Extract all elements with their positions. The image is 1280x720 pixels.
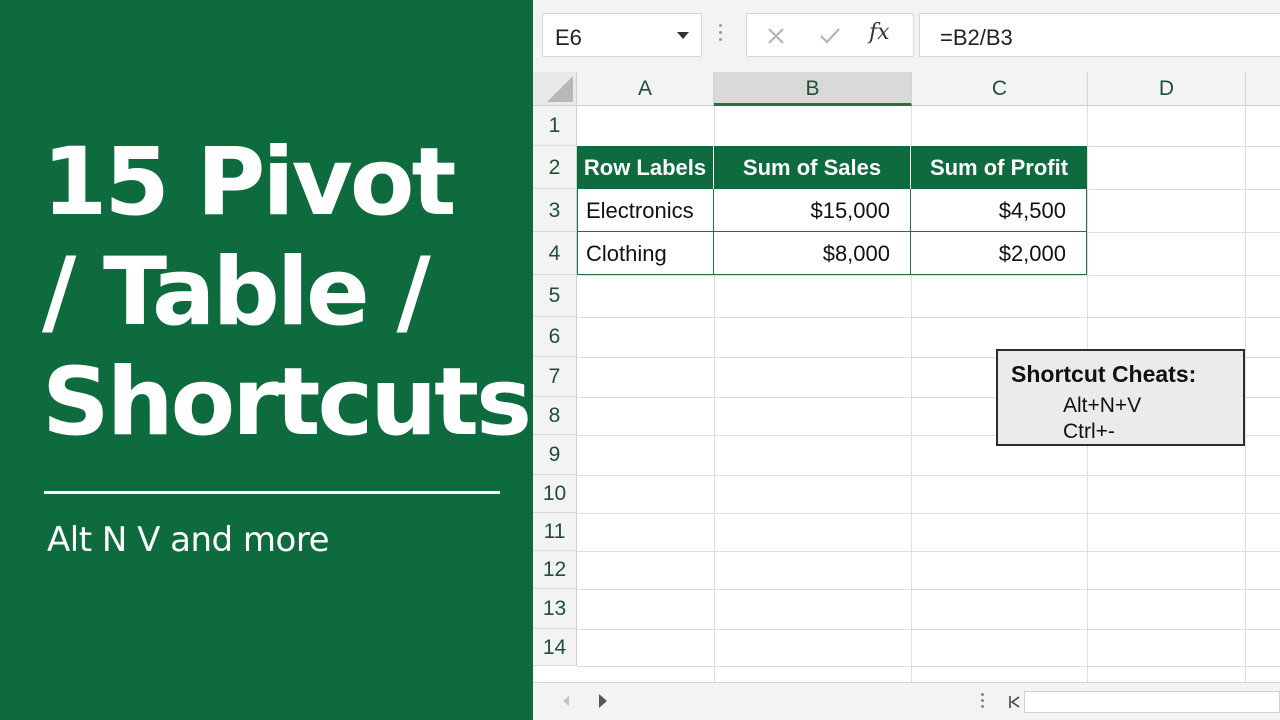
pivot-profit-cell[interactable]: $2,000 [911,232,1087,275]
gridline [577,275,1280,276]
promo-title-line: Shortcuts [42,348,532,457]
drag-handle-icon[interactable] [719,24,723,46]
row-header[interactable]: 11 [533,513,577,551]
gridline [577,551,1280,552]
x-icon[interactable] [761,21,791,51]
gridline [1245,106,1246,682]
promo-title-line: 15 Pivot [42,128,456,237]
row-header[interactable]: 6 [533,317,577,357]
gridline [577,666,1280,667]
chevron-down-icon[interactable] [677,32,689,39]
pivot-header-cell[interactable]: Row Labels [577,146,714,189]
select-all-button[interactable] [533,72,577,106]
promo-title-line: / Table / [42,238,431,347]
pivot-row-label[interactable]: Electronics [577,189,714,232]
gridline [577,513,1280,514]
row-header[interactable]: 10 [533,475,577,513]
promo-divider [44,491,500,494]
shortcut-cheats-box[interactable]: Shortcut Cheats: Alt+N+V Ctrl+- [996,349,1245,446]
row-header[interactable]: 8 [533,397,577,435]
name-box[interactable]: E6 [542,13,702,57]
promo-title: 15 Pivot / Table / Shortcuts [42,128,532,458]
select-all-icon [547,76,573,102]
formula-value: =B2/B3 [940,25,1013,50]
sheet-tab-bar [533,682,1280,720]
column-header-d[interactable]: D [1088,72,1246,106]
pivot-profit-cell[interactable]: $4,500 [911,189,1087,232]
column-header-a[interactable]: A [577,72,714,106]
row-header[interactable]: 3 [533,189,577,232]
pivot-sales-cell[interactable]: $15,000 [714,189,911,232]
name-box-value: E6 [555,25,582,50]
shortcut-line: Alt+N+V [1063,394,1142,417]
gridline [577,629,1280,630]
pivot-header-cell[interactable]: Sum of Sales [714,146,911,189]
promo-panel: 15 Pivot / Table / Shortcuts Alt N V and… [0,0,533,720]
pivot-header-cell[interactable]: Sum of Profit [911,146,1087,189]
row-header[interactable]: 7 [533,357,577,397]
chevron-right-icon[interactable] [599,694,607,708]
gridline [577,589,1280,590]
row-header[interactable]: 9 [533,435,577,475]
drag-handle-icon[interactable] [981,693,985,713]
row-header[interactable]: 12 [533,551,577,589]
row-header[interactable]: 5 [533,275,577,317]
row-header[interactable]: 13 [533,589,577,629]
row-header[interactable]: 1 [533,106,577,146]
shortcut-line: Ctrl+- [1063,420,1115,443]
pivot-row-label[interactable]: Clothing [577,232,714,275]
insert-function-button[interactable]: fx [869,20,899,50]
row-header[interactable]: 2 [533,146,577,189]
chevron-left-icon[interactable] [563,696,569,706]
row-header[interactable]: 14 [533,629,577,666]
cell-grid[interactable]: A B C D 1 2 3 4 5 6 7 8 9 10 11 12 13 14… [533,72,1280,682]
formula-buttons: fx [746,13,914,57]
formula-input[interactable]: =B2/B3 [919,13,1280,57]
formula-bar: E6 fx =B2/B3 [533,0,1280,72]
check-icon[interactable] [815,21,845,51]
promo-subtitle: Alt N V and more [47,520,330,560]
row-header[interactable]: 4 [533,232,577,275]
horizontal-scrollbar[interactable] [1024,691,1280,713]
column-header-b[interactable]: B [714,72,912,106]
gridline [577,317,1280,318]
pivot-sales-cell[interactable]: $8,000 [714,232,911,275]
scroll-left-icon[interactable] [1007,694,1021,710]
shortcut-box-title: Shortcut Cheats: [1011,361,1197,387]
column-header-c[interactable]: C [912,72,1088,106]
column-header-e[interactable] [1246,72,1280,106]
gridline [577,475,1280,476]
spreadsheet-window: E6 fx =B2/B3 A B C D 1 2 3 4 5 6 7 8 9 1… [533,0,1280,720]
